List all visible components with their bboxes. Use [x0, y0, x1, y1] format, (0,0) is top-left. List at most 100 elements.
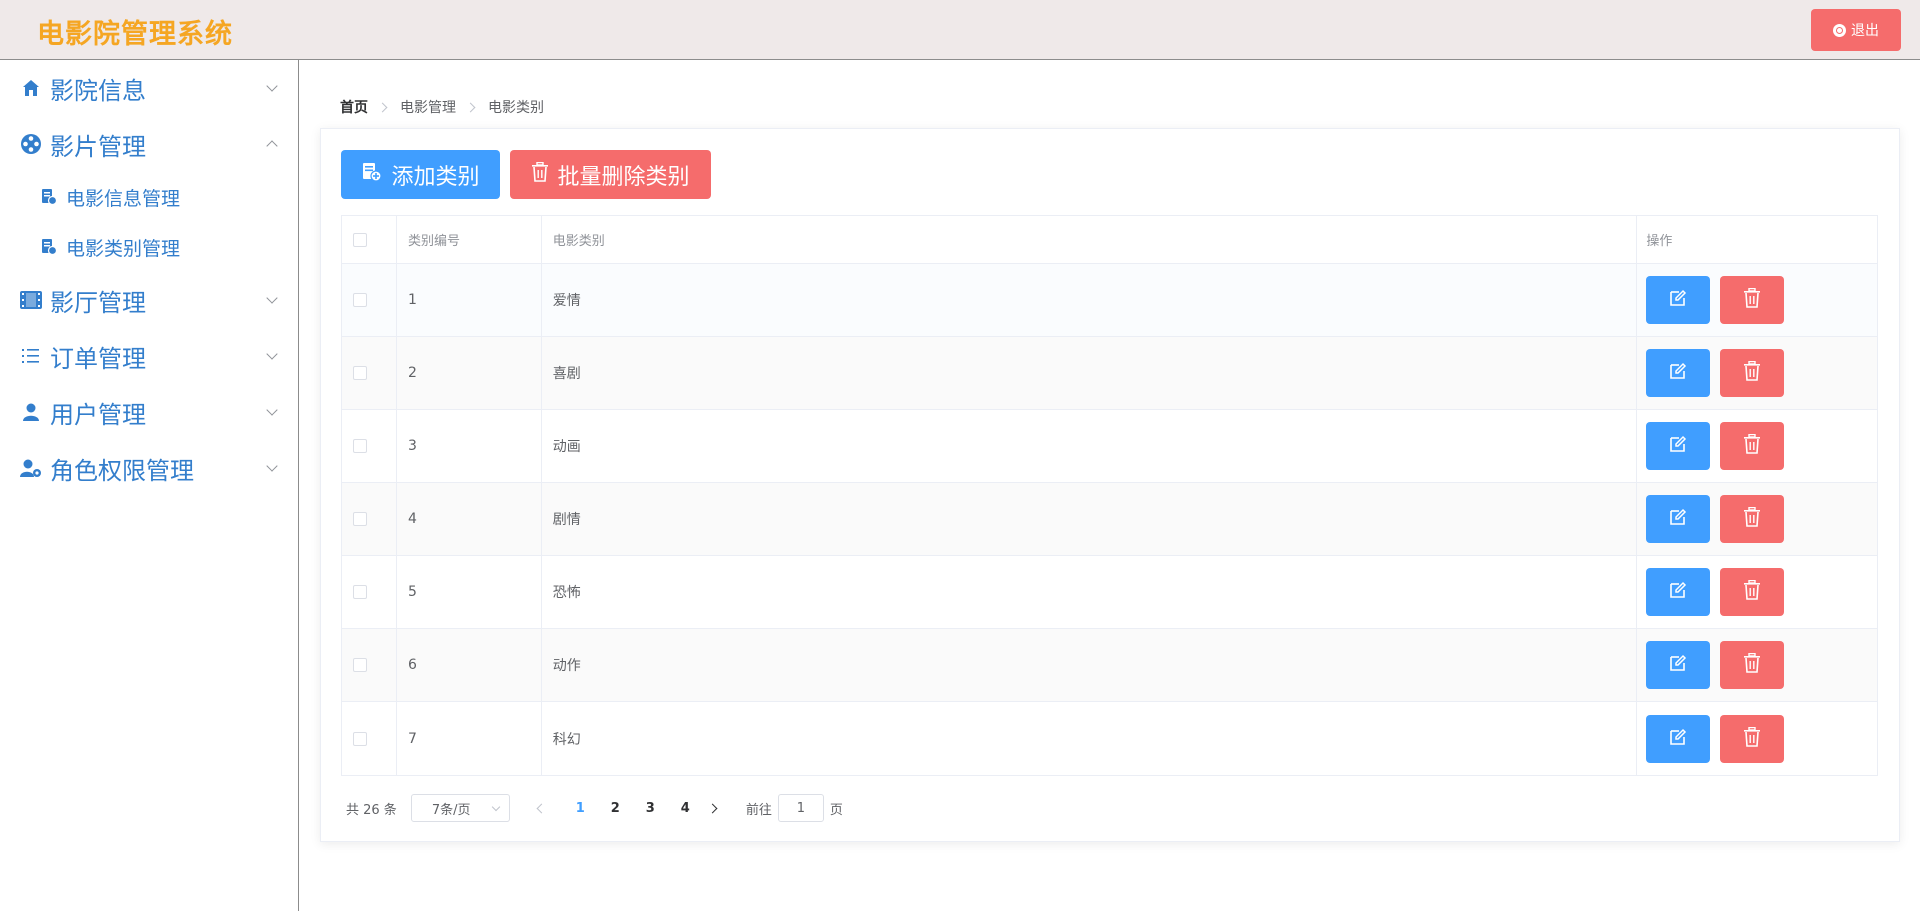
- sidebar-item-role-permission[interactable]: 角色权限管理: [0, 440, 298, 496]
- row-checkbox[interactable]: [353, 585, 367, 599]
- row-checkbox[interactable]: [353, 293, 367, 307]
- category-name: 喜剧: [542, 337, 1638, 409]
- sidebar-item-film-management[interactable]: 影片管理: [0, 116, 298, 172]
- sidebar-subitem-label: 电影信息管理: [66, 187, 181, 210]
- row-actions: [1637, 264, 1877, 336]
- document-icon: [40, 238, 58, 256]
- category-name: 剧情: [542, 483, 1638, 555]
- add-document-icon: [361, 161, 383, 189]
- row-select-cell: [342, 483, 397, 555]
- next-page-button[interactable]: [707, 803, 718, 813]
- breadcrumb-home[interactable]: 首页: [340, 97, 368, 117]
- chevron-up-icon: [266, 140, 278, 152]
- home-icon: [20, 77, 42, 99]
- total-count: 共 26 条: [346, 802, 397, 818]
- page-number[interactable]: 2: [598, 801, 633, 816]
- content-card: 添加类别 批量删除类别 类别编号 电影类别 操作 1 爱情 2 喜剧 3 动画 4 剧情 5 恐怖…: [320, 128, 1900, 842]
- row-checkbox[interactable]: [353, 731, 367, 746]
- goto-page-input[interactable]: 1: [777, 794, 824, 822]
- chevron-down-icon: [266, 292, 278, 304]
- page-number[interactable]: 4: [668, 801, 703, 816]
- logout-icon: [1833, 23, 1846, 37]
- edit-button[interactable]: [1646, 641, 1711, 689]
- table-row: 2 喜剧: [342, 337, 1877, 410]
- sidebar-subitem-movie-info[interactable]: 电影信息管理: [0, 172, 298, 222]
- prev-page-button[interactable]: [536, 803, 547, 813]
- row-actions: [1637, 337, 1877, 409]
- breadcrumb: 首页 电影管理 电影类别: [340, 97, 544, 117]
- delete-button[interactable]: [1720, 714, 1785, 763]
- row-checkbox[interactable]: [353, 366, 367, 380]
- edit-button[interactable]: [1646, 568, 1711, 616]
- delete-button[interactable]: [1720, 568, 1785, 616]
- sidebar-subitem-label: 电影类别管理: [66, 237, 181, 260]
- edit-icon: [1669, 508, 1687, 530]
- page-size-value: 7条/页: [431, 802, 471, 818]
- table-row: 7 科幻: [342, 702, 1877, 775]
- sidebar-subitem-movie-category[interactable]: 电影类别管理: [0, 222, 298, 272]
- sidebar-item-order-management[interactable]: 订单管理: [0, 328, 298, 384]
- batch-delete-button[interactable]: 批量删除类别: [510, 150, 711, 199]
- edit-button[interactable]: [1646, 276, 1711, 324]
- row-select-cell: [342, 410, 397, 482]
- delete-button[interactable]: [1720, 495, 1785, 543]
- table-row: 4 剧情: [342, 483, 1877, 556]
- row-select-cell: [342, 337, 397, 409]
- sidebar-item-label: 影片管理: [50, 132, 146, 161]
- delete-button[interactable]: [1720, 422, 1785, 470]
- category-name: 动画: [542, 410, 1638, 482]
- page-number[interactable]: 1: [563, 801, 598, 816]
- sidebar-item-hall-management[interactable]: 影厅管理: [0, 272, 298, 328]
- category-name: 动作: [542, 629, 1638, 701]
- trash-icon: [1743, 579, 1761, 604]
- edit-button[interactable]: [1646, 349, 1711, 397]
- user-settings-icon: [20, 457, 42, 479]
- chevron-right-icon: [377, 102, 388, 112]
- sidebar-item-cinema-info[interactable]: 影院信息: [0, 60, 298, 116]
- trash-icon: [531, 161, 549, 188]
- chevron-right-icon: [465, 102, 476, 112]
- sidebar-item-label: 角色权限管理: [50, 456, 194, 485]
- category-name: 恐怖: [542, 556, 1638, 628]
- add-category-button[interactable]: 添加类别: [341, 150, 500, 199]
- trash-icon: [1743, 506, 1761, 531]
- row-actions: [1637, 483, 1877, 555]
- row-checkbox[interactable]: [353, 512, 367, 526]
- top-header: 电影院管理系统 退出: [0, 0, 1920, 60]
- edit-button[interactable]: [1646, 714, 1711, 763]
- edit-icon: [1669, 654, 1687, 676]
- category-table: 类别编号 电影类别 操作 1 爱情 2 喜剧 3 动画 4 剧情 5 恐怖 6 动作 7 科幻: [341, 215, 1878, 776]
- sidebar-item-user-management[interactable]: 用户管理: [0, 384, 298, 440]
- edit-button[interactable]: [1646, 422, 1711, 470]
- edit-button[interactable]: [1646, 495, 1711, 543]
- row-select-cell: [342, 264, 397, 336]
- select-all-cell: [342, 216, 397, 263]
- row-actions: [1637, 629, 1877, 701]
- edit-icon: [1669, 728, 1687, 750]
- category-id: 6: [397, 629, 542, 701]
- row-checkbox[interactable]: [353, 658, 367, 672]
- logout-button[interactable]: 退出: [1811, 9, 1901, 51]
- goto-suffix: 页: [829, 802, 843, 818]
- page-number[interactable]: 3: [633, 801, 668, 816]
- page-size-select[interactable]: 7条/页: [410, 794, 510, 822]
- sidebar: 影院信息 影片管理 电影信息管理 电影类别管理 影厅管理 订单管理 用户管理 角…: [0, 60, 299, 911]
- category-id: 3: [397, 410, 542, 482]
- delete-button[interactable]: [1720, 349, 1785, 397]
- category-name: 科幻: [542, 702, 1638, 775]
- table-header: 类别编号 电影类别 操作: [342, 216, 1877, 264]
- list-icon: [20, 345, 42, 367]
- delete-button[interactable]: [1720, 276, 1785, 324]
- select-all-checkbox[interactable]: [353, 232, 367, 247]
- sidebar-item-label: 订单管理: [50, 344, 146, 373]
- film-reel-icon: [20, 133, 42, 155]
- trash-icon: [1743, 433, 1761, 458]
- sidebar-item-label: 用户管理: [50, 400, 146, 429]
- logout-label: 退出: [1851, 23, 1879, 39]
- chevron-down-icon: [266, 460, 278, 472]
- delete-button[interactable]: [1720, 641, 1785, 689]
- row-checkbox[interactable]: [353, 439, 367, 453]
- edit-icon: [1669, 581, 1687, 603]
- row-select-cell: [342, 556, 397, 628]
- table-row: 6 动作: [342, 629, 1877, 702]
